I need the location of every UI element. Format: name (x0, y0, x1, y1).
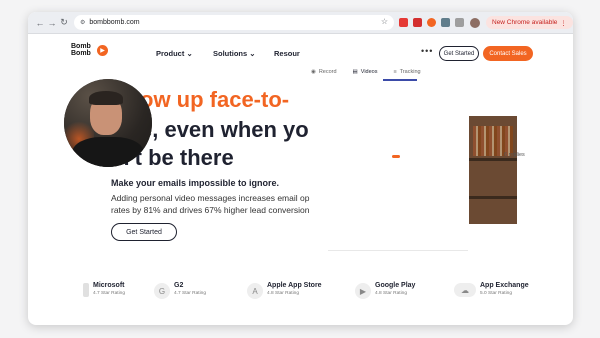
presenter-hair (89, 91, 123, 105)
rating-name: Google Play (375, 282, 416, 289)
url-text: bombbomb.com (89, 19, 140, 26)
presenter-body (72, 137, 144, 167)
nav-solutions[interactable]: Solutions ⌄ (213, 49, 256, 58)
nav-solutions-label: Solutions (213, 49, 248, 58)
webcam-bubble[interactable] (64, 79, 152, 167)
rating-sub: 4.8 Star Rating (267, 291, 299, 296)
rating-text: Apple App Store 4.8 Star Rating (267, 282, 322, 296)
browser-window: ← → ↻ ⚙ bombbomb.com ☆ New Chrome availa… (28, 12, 573, 325)
nav-product-label: Product (156, 49, 185, 58)
rating-text: G2 4.7 Star Rating (174, 282, 206, 296)
reload-icon[interactable]: ↻ (58, 16, 70, 30)
salesforce-icon: ☁ (454, 283, 476, 297)
chevron-down-icon: ⌄ (186, 49, 193, 58)
address-bar[interactable]: ⚙ bombbomb.com ☆ (74, 15, 394, 30)
rating-google-play[interactable]: ▶ Google Play 4.8 Star Rating (355, 282, 415, 299)
active-tab-indicator (383, 79, 417, 81)
rating-text: Google Play 4.8 Star Rating (375, 282, 415, 296)
tab-record[interactable]: ◉ Record (311, 65, 337, 79)
rating-text: Microsoft 4.7 Star Rating (93, 282, 125, 296)
rating-name: App Exchange (480, 282, 529, 289)
shelf (469, 158, 517, 161)
tab-videos-label: Videos (360, 69, 378, 75)
extensions-icon[interactable] (455, 18, 464, 27)
profile-avatar[interactable] (470, 17, 480, 28)
rating-text: App Exchange 5.0 Star Rating (480, 282, 529, 296)
rating-name: G2 (174, 282, 184, 289)
more-icon[interactable]: ••• (421, 46, 433, 56)
get-started-button[interactable]: Get Started (111, 223, 177, 241)
rating-sub: 4.7 Star Rating (174, 291, 206, 296)
site-header: Bomb Bomb ▶ Product ⌄ Solutions ⌄ Resour… (28, 34, 573, 68)
tab-tracking-label: Tracking (399, 69, 421, 75)
google-play-icon: ▶ (355, 283, 371, 299)
nav-resources[interactable]: Resour (274, 49, 300, 58)
hero-subheading: Make your emails impossible to ignore. (111, 178, 280, 188)
record-icon: ◉ (311, 69, 316, 75)
new-chrome-button[interactable]: New Chrome available ⋮ (486, 16, 573, 29)
recorder-tabs: ◉ Record ▤ Videos ≡ Tracking (311, 65, 421, 79)
rating-apple[interactable]: A Apple App Store 4.8 Star Rating (247, 282, 322, 299)
rating-name: Microsoft (93, 282, 125, 289)
hero-body-line-1: Adding personal video messages increases… (111, 193, 310, 203)
more-icon: ⋮ (560, 19, 567, 27)
tab-tracking[interactable]: ≡ Tracking (393, 65, 420, 79)
rating-microsoft[interactable]: Microsoft 4.7 Star Rating (83, 282, 125, 297)
g2-icon: G (154, 283, 170, 299)
nav-product[interactable]: Product ⌄ (156, 49, 193, 58)
shelf (469, 196, 517, 199)
rating-g2[interactable]: G G2 4.7 Star Rating (154, 282, 206, 299)
microsoft-icon (83, 283, 89, 297)
hero-body-line-2: rates by 81% and drives 67% higher lead … (111, 205, 310, 215)
replies-count: 6 replies (504, 152, 525, 158)
rating-sub: 4.8 Star Rating (375, 291, 407, 296)
logo-text: Bomb Bomb (71, 43, 91, 57)
tab-videos[interactable]: ▤ Videos (353, 65, 378, 79)
hero-heading-line-1: ow up face-to- (140, 87, 290, 112)
extension-icon[interactable] (399, 18, 408, 27)
rating-name: Apple App Store (267, 282, 322, 289)
site-info-icon[interactable]: ⚙ (80, 19, 85, 26)
bombbomb-logo[interactable]: Bomb Bomb ▶ (71, 40, 111, 60)
forward-icon[interactable]: → (46, 16, 58, 30)
new-chrome-label: New Chrome available (492, 19, 558, 26)
rating-sub: 4.7 Star Rating (93, 291, 125, 296)
logo-play-icon: ▶ (97, 44, 108, 56)
extension-icon[interactable] (441, 18, 450, 27)
apple-icon: A (247, 283, 263, 299)
orange-indicator (392, 155, 400, 158)
video-thumbnail[interactable] (469, 116, 517, 224)
back-icon[interactable]: ← (34, 16, 46, 30)
rating-sub: 5.0 Star Rating (480, 291, 512, 296)
browser-toolbar: ← → ↻ ⚙ bombbomb.com ☆ New Chrome availa… (28, 12, 573, 34)
star-icon[interactable]: ☆ (381, 17, 388, 26)
get-started-header-button[interactable]: Get Started (439, 46, 479, 61)
chevron-down-icon: ⌄ (249, 49, 256, 58)
divider (328, 250, 468, 251)
extension-icon[interactable] (413, 18, 422, 27)
tracking-icon: ≡ (393, 69, 397, 75)
tab-record-label: Record (318, 69, 337, 75)
hero-heading-line-2: e, even when yo (140, 117, 309, 142)
videos-icon: ▤ (352, 69, 358, 75)
contact-sales-button[interactable]: Contact Sales (483, 46, 533, 61)
bombbomb-extension-icon[interactable] (427, 18, 436, 27)
rating-app-exchange[interactable]: ☁ App Exchange 5.0 Star Rating (454, 282, 529, 297)
hero-body: Adding personal video messages increases… (111, 192, 331, 216)
